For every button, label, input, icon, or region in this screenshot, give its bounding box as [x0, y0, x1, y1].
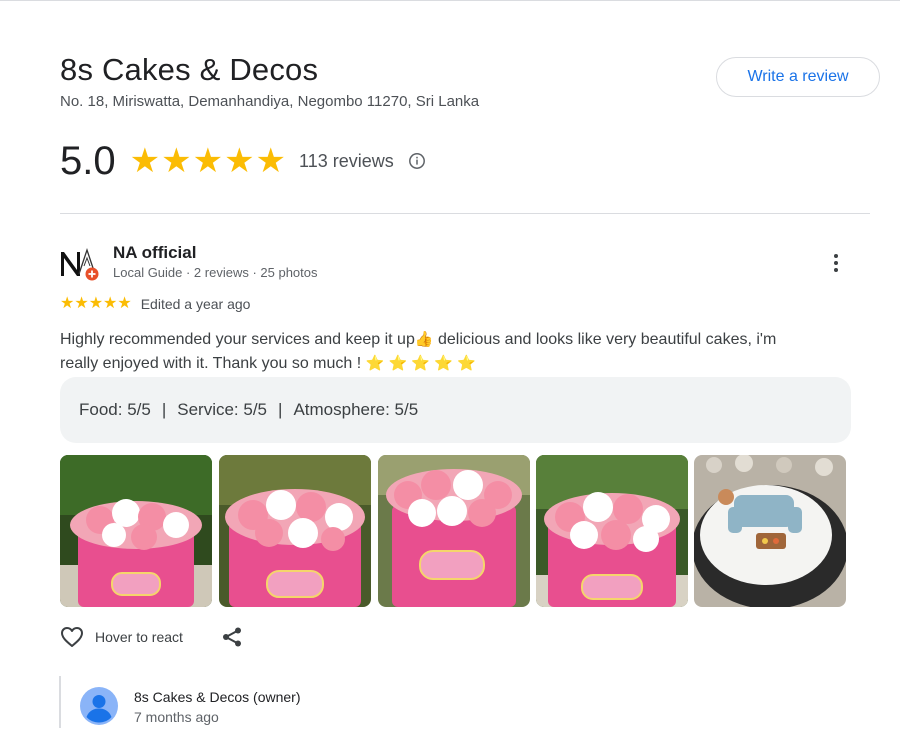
star-icon: ★: [224, 142, 255, 180]
star-icon: ★: [255, 142, 287, 180]
review-attributes: Food: 5/5 | Service: 5/5 | Atmosphere: 5…: [60, 377, 851, 443]
owner-reply-bar: [59, 676, 61, 728]
star-icon: ★: [129, 142, 161, 180]
place-title: 8s Cakes & Decos: [60, 52, 319, 87]
reviewer-name[interactable]: NA official: [113, 243, 196, 263]
star-icon: ★: [117, 295, 132, 312]
separator: |: [278, 400, 283, 419]
share-icon[interactable]: [221, 626, 243, 648]
divider: [60, 213, 870, 214]
star-icon: ★: [88, 295, 104, 312]
rating-stars: ★ ★ ★ ★ ★: [130, 144, 287, 178]
star-icon: ★: [74, 295, 89, 312]
white-sofa-cake-photo[interactable]: [694, 455, 846, 607]
star-icon: ★: [60, 295, 75, 312]
overall-rating: 5.0 ★ ★ ★ ★ ★ 113 reviews: [60, 138, 426, 184]
pink-flower-cake-photo[interactable]: [536, 455, 688, 607]
owner-avatar: [80, 687, 118, 725]
place-address: No. 18, Miriswatta, Demanhandiya, Negomb…: [60, 93, 480, 110]
edited-label: Edited a year ago: [140, 296, 251, 312]
star-icon: ★: [161, 142, 192, 180]
pink-flower-cake-photo[interactable]: [60, 455, 212, 607]
pink-flower-cake-photo[interactable]: [378, 455, 530, 607]
reviewer-meta: Local Guide · 2 reviews · 25 photos: [113, 265, 318, 280]
review-rating: ★ ★ ★ ★ ★ Edited a year ago: [60, 295, 251, 313]
pink-flower-cake-photo[interactable]: [219, 455, 371, 607]
attribute-service: Service: 5/5: [177, 400, 268, 419]
star-emoji-row: ⭐ ⭐ ⭐ ⭐ ⭐: [365, 355, 476, 372]
review-text-part: Highly recommended your services and kee…: [60, 331, 415, 348]
heart-icon[interactable]: [60, 626, 84, 648]
rating-value: 5.0: [60, 138, 116, 183]
owner-name: 8s Cakes & Decos (owner): [134, 689, 301, 705]
review-text-part: really enjoyed with it. Thank you so muc…: [60, 355, 366, 372]
reviewer-avatar[interactable]: [58, 244, 100, 282]
review-text: Highly recommended your services and kee…: [60, 328, 850, 376]
react-label[interactable]: Hover to react: [95, 629, 183, 645]
owner-reply-time: 7 months ago: [134, 709, 219, 725]
write-review-button[interactable]: Write a review: [716, 57, 880, 97]
star-icon: ★: [103, 295, 118, 312]
review-actions: Hover to react: [60, 626, 243, 648]
review-count[interactable]: 113 reviews: [299, 151, 394, 172]
attribute-atmosphere: Atmosphere: 5/5: [293, 400, 419, 419]
star-icon: ★: [192, 142, 224, 180]
attribute-food: Food: 5/5: [79, 400, 151, 419]
review-text-part: delicious and looks like very beautiful …: [433, 331, 777, 348]
info-icon[interactable]: [408, 152, 426, 170]
thumbs-up-icon: 👍: [414, 331, 434, 348]
top-border: [0, 0, 900, 1]
separator: |: [161, 400, 167, 419]
more-vert-icon[interactable]: [826, 252, 846, 276]
